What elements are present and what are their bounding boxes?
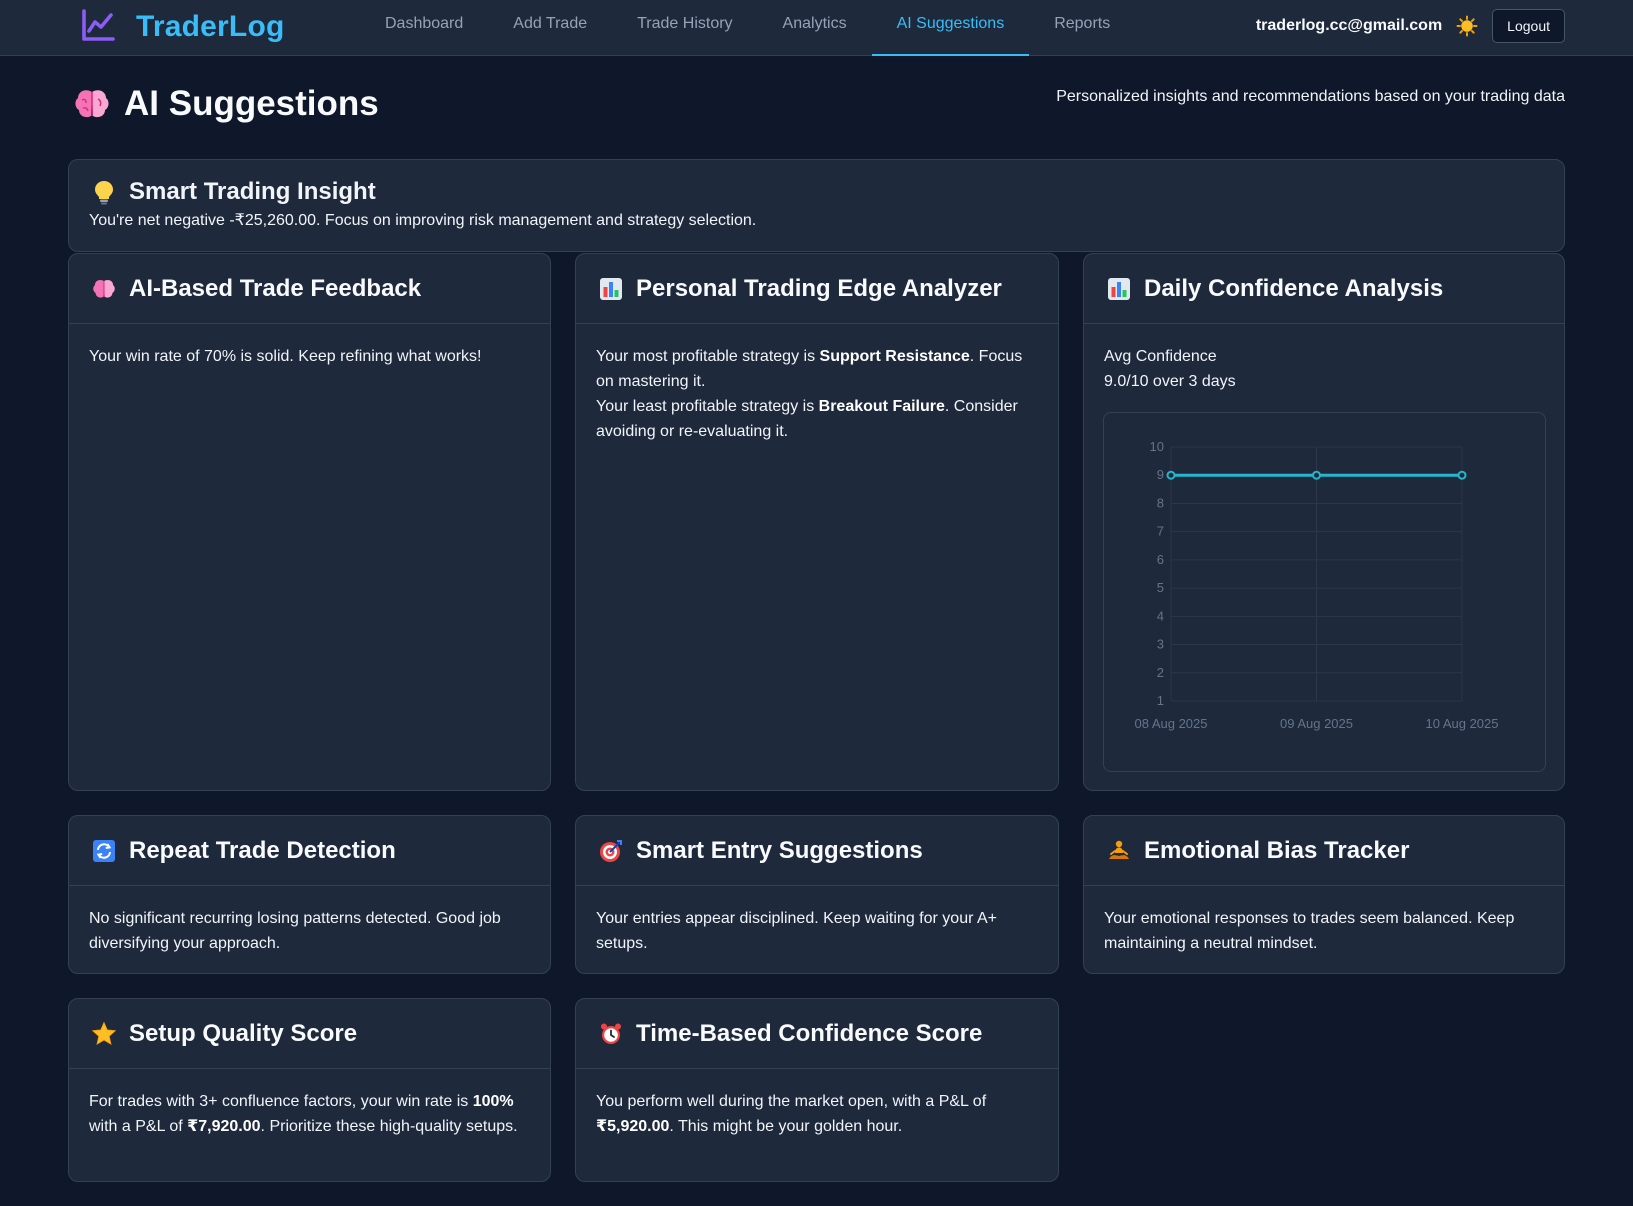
x-tick-label: 10 Aug 2025 bbox=[1425, 716, 1498, 731]
card-title: Repeat Trade Detection bbox=[129, 836, 396, 864]
card-title: Emotional Bias Tracker bbox=[1144, 836, 1410, 864]
repeat-trade-card: Repeat Trade Detection No significant re… bbox=[68, 815, 551, 974]
y-tick-label: 1 bbox=[1157, 693, 1164, 708]
setup-pnl: ₹7,920.00 bbox=[187, 1118, 261, 1135]
y-tick-label: 5 bbox=[1157, 580, 1164, 595]
card-title: Daily Confidence Analysis bbox=[1144, 274, 1444, 302]
user-email: traderlog.cc@gmail.com bbox=[1255, 17, 1443, 34]
chart-line-icon bbox=[80, 7, 116, 48]
time-pnl: ₹5,920.00 bbox=[596, 1118, 670, 1135]
x-tick-label: 08 Aug 2025 bbox=[1134, 716, 1207, 731]
confidence-chart: 1 2 3 4 5 6 7 8 9 10 08 Aug 2025 09 Aug 2025 10 Aug … bbox=[1103, 412, 1546, 772]
alarm-clock-icon bbox=[598, 1021, 624, 1047]
nav-ai-suggestions[interactable]: AI Suggestions bbox=[871, 0, 1030, 56]
insight-title: Smart Trading Insight bbox=[129, 178, 376, 205]
repeat-text: No significant recurring losing patterns… bbox=[89, 910, 501, 952]
avg-confidence-label: Avg Confidence bbox=[1104, 348, 1217, 365]
target-icon bbox=[598, 838, 624, 864]
nav-user-area: traderlog.cc@gmail.com Logout bbox=[1256, 9, 1565, 43]
y-tick-label: 8 bbox=[1157, 495, 1164, 510]
y-tick-label: 3 bbox=[1157, 637, 1164, 652]
sun-icon[interactable] bbox=[1456, 15, 1478, 37]
y-tick-label: 9 bbox=[1157, 467, 1164, 482]
smart-insight-card: Smart Trading Insight You're net negativ… bbox=[68, 159, 1565, 252]
card-title: Time-Based Confidence Score bbox=[636, 1019, 983, 1047]
page-title: AI Suggestions bbox=[124, 84, 379, 123]
bar-chart-icon bbox=[598, 276, 624, 302]
lightbulb-icon bbox=[91, 179, 117, 205]
page-subtitle: Personalized insights and recommendation… bbox=[1056, 88, 1565, 105]
y-tick-label: 6 bbox=[1157, 552, 1164, 567]
edge-text: Your most profitable strategy is Support… bbox=[596, 348, 1023, 440]
insight-text: You're net negative -₹25,260.00. Focus o… bbox=[89, 212, 757, 229]
emotion-text: Your emotional responses to trades seem … bbox=[1104, 910, 1515, 952]
least-profitable-strategy: Breakout Failure bbox=[818, 398, 945, 415]
nav-dashboard[interactable]: Dashboard bbox=[360, 0, 488, 56]
y-tick-label: 2 bbox=[1157, 665, 1164, 680]
daily-confidence-card: Daily Confidence Analysis Avg Confidence… bbox=[1083, 253, 1565, 791]
confidence-line-chart: 1 2 3 4 5 6 7 8 9 10 08 Aug 2025 09 Aug 2025 10 Aug … bbox=[1134, 439, 1498, 731]
avg-confidence-value: 9.0/10 over 3 days bbox=[1104, 373, 1236, 390]
data-point bbox=[1312, 470, 1321, 480]
data-point bbox=[1166, 470, 1176, 480]
setup-quality-card: Setup Quality Score For trades with 3+ c… bbox=[68, 998, 551, 1182]
page-header: AI Suggestions bbox=[72, 84, 379, 124]
nav-links: Dashboard Add Trade Trade History Analyt… bbox=[360, 0, 1135, 56]
brain-icon bbox=[91, 276, 117, 302]
trade-feedback-card: AI-Based Trade Feedback Your win rate of… bbox=[68, 253, 551, 791]
nav-analytics[interactable]: Analytics bbox=[758, 0, 872, 56]
feedback-text: Your win rate of 70% is solid. Keep refi… bbox=[89, 348, 482, 365]
y-tick-label: 4 bbox=[1157, 608, 1164, 623]
bar-chart-icon bbox=[1106, 276, 1132, 302]
app-name: TraderLog bbox=[136, 10, 285, 43]
nav-add-trade[interactable]: Add Trade bbox=[488, 0, 612, 56]
time-confidence-card: Time-Based Confidence Score You perform … bbox=[575, 998, 1059, 1182]
x-tick-label: 09 Aug 2025 bbox=[1280, 716, 1353, 731]
star-icon bbox=[91, 1021, 117, 1047]
setup-win-rate: 100% bbox=[472, 1093, 514, 1110]
trading-edge-card: Personal Trading Edge Analyzer Your most… bbox=[575, 253, 1059, 791]
top-nav: TraderLog Dashboard Add Trade Trade Hist… bbox=[0, 0, 1633, 56]
smart-entry-card: Smart Entry Suggestions Your entries app… bbox=[575, 815, 1059, 974]
nav-reports[interactable]: Reports bbox=[1029, 0, 1135, 56]
time-text: You perform well during the market open,… bbox=[596, 1093, 987, 1135]
card-title: AI-Based Trade Feedback bbox=[129, 274, 422, 302]
brain-icon bbox=[72, 84, 112, 124]
meditation-icon bbox=[1106, 838, 1132, 864]
card-title: Personal Trading Edge Analyzer bbox=[636, 274, 1002, 302]
emotional-bias-card: Emotional Bias Tracker Your emotional re… bbox=[1083, 815, 1565, 974]
app-logo[interactable]: TraderLog bbox=[80, 8, 285, 46]
y-tick-label: 10 bbox=[1150, 439, 1164, 454]
most-profitable-strategy: Support Resistance bbox=[819, 348, 970, 365]
card-title: Setup Quality Score bbox=[129, 1019, 358, 1047]
data-point bbox=[1457, 470, 1467, 480]
logout-button[interactable]: Logout bbox=[1492, 9, 1565, 43]
entry-text: Your entries appear disciplined. Keep wa… bbox=[596, 910, 997, 952]
card-title: Smart Entry Suggestions bbox=[636, 836, 923, 864]
y-tick-label: 7 bbox=[1157, 524, 1164, 539]
repeat-icon bbox=[91, 838, 117, 864]
nav-trade-history[interactable]: Trade History bbox=[612, 0, 757, 56]
setup-text: For trades with 3+ confluence factors, y… bbox=[89, 1093, 518, 1135]
